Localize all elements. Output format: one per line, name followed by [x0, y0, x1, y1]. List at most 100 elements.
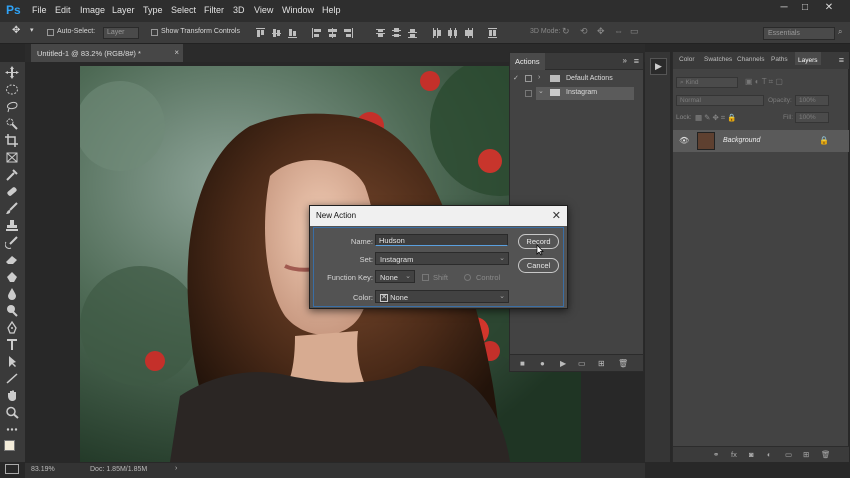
- search-icon[interactable]: ⌕: [838, 27, 842, 37]
- panel-menu-icon[interactable]: ≡: [634, 56, 639, 66]
- action-set-row-selected[interactable]: ⌄ Instagram: [536, 87, 634, 100]
- layer-row[interactable]: 👁 Background 🔒: [673, 130, 849, 152]
- align-right-icon[interactable]: [344, 28, 353, 38]
- crop-tool-icon[interactable]: [5, 134, 19, 147]
- hand-tool-icon[interactable]: [5, 389, 19, 402]
- new-action-icon[interactable]: ⊞: [598, 359, 605, 368]
- gradient-tool-icon[interactable]: [5, 270, 19, 283]
- menu-file[interactable]: File: [32, 5, 47, 15]
- history-brush-tool-icon[interactable]: [4, 236, 19, 249]
- eyedropper-tool-icon[interactable]: [5, 168, 19, 181]
- menu-window[interactable]: Window: [282, 5, 314, 15]
- set-dropdown[interactable]: Instagram ⌄: [375, 252, 509, 265]
- opacity-field[interactable]: 100%: [795, 95, 829, 106]
- workspace-switcher[interactable]: Essentials: [763, 27, 835, 40]
- collapse-arrow-icon[interactable]: ⌄: [538, 87, 544, 95]
- frame-tool-icon[interactable]: [5, 151, 19, 164]
- delete-layer-icon[interactable]: 🗑: [821, 450, 831, 459]
- fill-field[interactable]: 100%: [795, 112, 829, 123]
- tab-swatches[interactable]: Swatches: [704, 56, 732, 63]
- close-tab-icon[interactable]: ×: [174, 48, 179, 57]
- auto-align-icon[interactable]: [488, 28, 497, 38]
- foreground-color-swatch[interactable]: [4, 440, 15, 451]
- auto-select-dropdown[interactable]: Layer: [103, 27, 139, 39]
- align-vcenter-icon[interactable]: [272, 28, 281, 38]
- auto-select-checkbox[interactable]: [47, 29, 54, 36]
- more-tools-icon[interactable]: [5, 423, 19, 436]
- close-icon[interactable]: ✕: [552, 209, 561, 222]
- adjustment-layer-icon[interactable]: ◐: [767, 450, 772, 459]
- menu-help[interactable]: Help: [322, 5, 341, 15]
- type-tool-icon[interactable]: [5, 338, 19, 351]
- panel-menu-icon[interactable]: ≡: [839, 55, 844, 65]
- dodge-tool-icon[interactable]: [5, 304, 19, 317]
- 3d-slide-icon[interactable]: ⇔: [614, 26, 623, 36]
- pen-tool-icon[interactable]: [5, 320, 19, 334]
- cancel-button[interactable]: Cancel: [518, 258, 559, 273]
- move-tool-icon[interactable]: [5, 66, 19, 79]
- brush-tool-icon[interactable]: [5, 202, 19, 215]
- menu-filter[interactable]: Filter: [204, 5, 224, 15]
- document-tab[interactable]: Untitled-1 @ 83.2% (RGB/8#) * ×: [31, 44, 183, 62]
- 3d-scale-icon[interactable]: ▭: [630, 26, 639, 37]
- quick-mask-icon[interactable]: [5, 464, 19, 474]
- filter-kind-dropdown[interactable]: ⌕ Kind: [676, 77, 738, 88]
- distribute-left-icon[interactable]: [432, 28, 441, 38]
- menu-image[interactable]: Image: [80, 5, 105, 15]
- add-mask-icon[interactable]: ◙: [749, 450, 754, 459]
- distribute-bottom-icon[interactable]: [408, 28, 417, 38]
- status-menu-icon[interactable]: ›: [175, 465, 177, 472]
- menu-layer[interactable]: Layer: [112, 5, 135, 15]
- new-set-folder-icon[interactable]: ▭: [578, 359, 586, 368]
- 3d-pan-icon[interactable]: ✥: [597, 26, 605, 37]
- path-select-tool-icon[interactable]: [5, 355, 19, 368]
- new-layer-icon[interactable]: ⊞: [803, 450, 809, 459]
- eraser-tool-icon[interactable]: [5, 253, 19, 266]
- function-key-dropdown[interactable]: None ⌄: [375, 270, 415, 283]
- blur-tool-icon[interactable]: [5, 287, 19, 300]
- layer-name[interactable]: Background: [723, 137, 760, 144]
- align-top-icon[interactable]: [256, 28, 265, 38]
- expand-arrow-icon[interactable]: ›: [538, 74, 540, 81]
- healing-brush-tool-icon[interactable]: [5, 185, 19, 198]
- dialog-toggle-icon[interactable]: [525, 90, 532, 97]
- 3d-orbit-icon[interactable]: ↻: [562, 26, 570, 37]
- record-icon[interactable]: ●: [540, 359, 545, 368]
- action-set-row[interactable]: ✓ › Default Actions: [510, 73, 643, 86]
- lasso-tool-icon[interactable]: [5, 100, 19, 113]
- move-tool-icon[interactable]: ✥: [12, 25, 20, 36]
- action-toggle-check-icon[interactable]: ✓: [513, 74, 519, 82]
- shift-checkbox[interactable]: [422, 274, 429, 281]
- align-left-icon[interactable]: [312, 28, 321, 38]
- line-tool-icon[interactable]: [5, 372, 19, 385]
- delete-icon[interactable]: 🗑: [618, 359, 628, 368]
- show-transform-checkbox[interactable]: [151, 29, 158, 36]
- menu-edit[interactable]: Edit: [55, 5, 71, 15]
- new-group-icon[interactable]: ▭: [785, 450, 792, 459]
- menu-select[interactable]: Select: [171, 5, 196, 15]
- distribute-right-icon[interactable]: [464, 28, 473, 38]
- play-icon[interactable]: ▶: [560, 359, 566, 368]
- stop-icon[interactable]: ■: [520, 359, 525, 368]
- marquee-tool-icon[interactable]: [5, 83, 19, 96]
- tool-preset-caret-icon[interactable]: ▾: [30, 26, 34, 34]
- dialog-toggle-icon[interactable]: [525, 75, 532, 82]
- distribute-vcenter-icon[interactable]: [392, 28, 401, 38]
- maximize-icon[interactable]: □: [796, 2, 814, 16]
- align-hcenter-icon[interactable]: [328, 28, 337, 38]
- link-layers-icon[interactable]: ⚭: [713, 450, 719, 459]
- tab-layers[interactable]: Layers: [795, 52, 821, 65]
- collapse-panel-icon[interactable]: »: [623, 56, 627, 65]
- close-window-icon[interactable]: ✕: [820, 2, 838, 16]
- tab-channels[interactable]: Channels: [737, 56, 764, 63]
- actions-collapsed-play-icon[interactable]: ▶: [650, 58, 667, 75]
- minimize-icon[interactable]: ─: [775, 2, 793, 16]
- eye-icon[interactable]: 👁: [679, 136, 689, 145]
- fx-icon[interactable]: fx: [731, 450, 737, 459]
- align-bottom-icon[interactable]: [288, 28, 297, 38]
- menu-3d[interactable]: 3D: [233, 5, 245, 15]
- actions-tab[interactable]: Actions: [510, 53, 545, 70]
- tab-paths[interactable]: Paths: [771, 56, 788, 63]
- 3d-roll-icon[interactable]: ⟲: [580, 26, 588, 37]
- color-dropdown[interactable]: ✕ None ⌄: [375, 290, 509, 303]
